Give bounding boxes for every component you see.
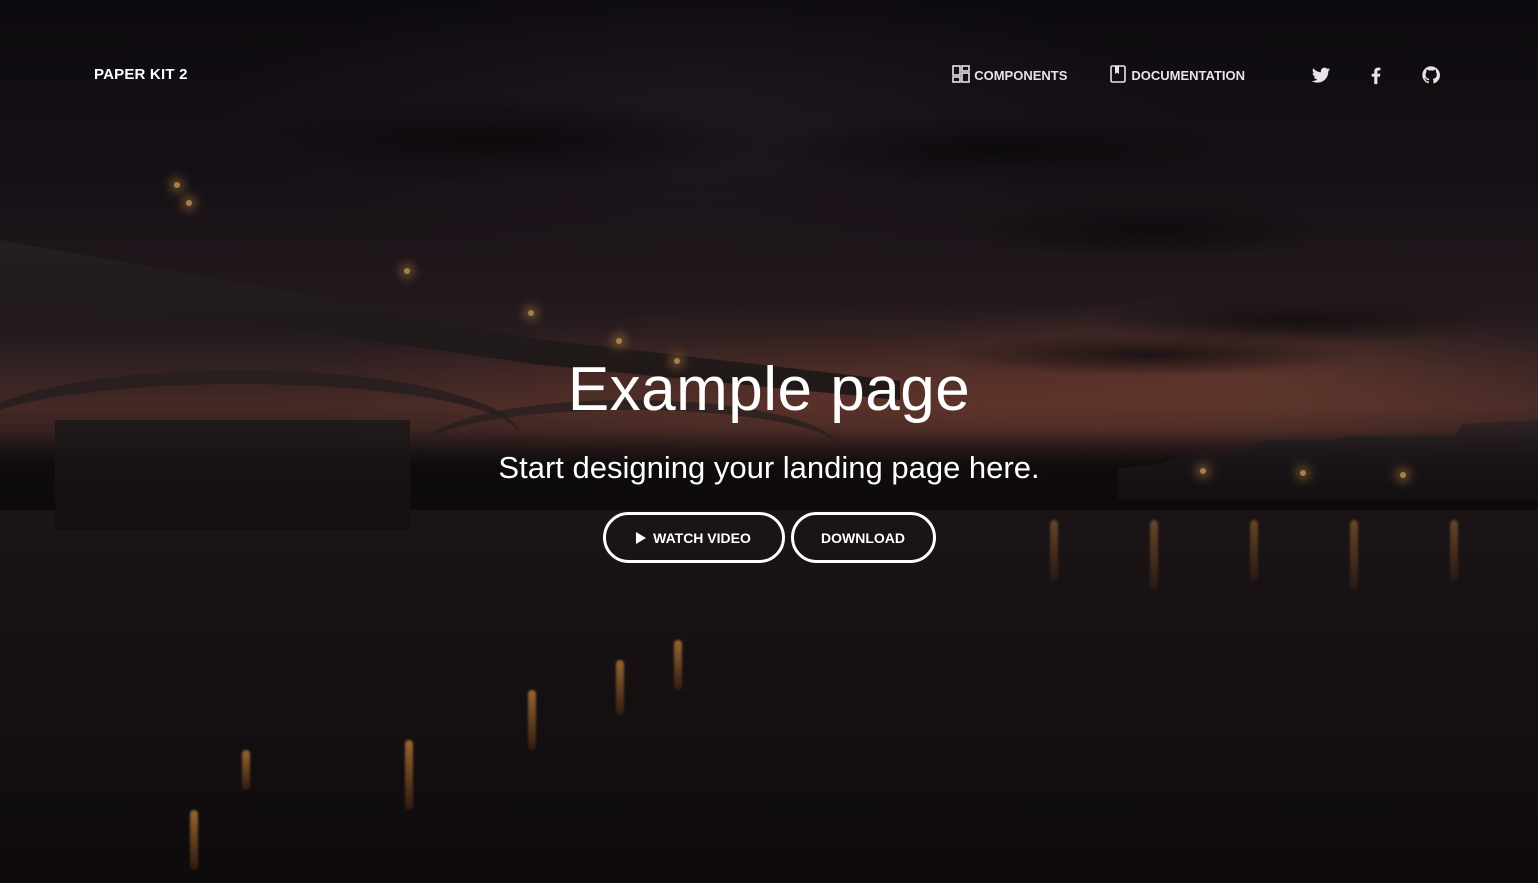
facebook-link[interactable] xyxy=(1365,64,1387,86)
nav-link-documentation[interactable]: DOCUMENTATION xyxy=(1109,64,1245,86)
brand-link[interactable]: PAPER KIT 2 xyxy=(94,66,188,83)
top-navbar: PAPER KIT 2 COMPONENTS DOCUMENTATION xyxy=(0,0,1538,150)
hero-section: Example page Start designing your landin… xyxy=(0,350,1538,563)
twitter-link[interactable] xyxy=(1310,64,1332,86)
hero-buttons: WATCH VIDEO DOWNLOAD xyxy=(0,512,1538,563)
facebook-icon xyxy=(1365,67,1387,90)
nav-link-components[interactable]: COMPONENTS xyxy=(952,64,1068,86)
play-icon xyxy=(636,531,647,544)
nav-link-documentation-label: DOCUMENTATION xyxy=(1131,67,1245,83)
github-link[interactable] xyxy=(1420,64,1442,86)
nav-links: COMPONENTS DOCUMENTATION xyxy=(952,64,1442,86)
layout-grid-icon xyxy=(952,64,971,86)
twitter-icon xyxy=(1310,67,1332,90)
download-label: DOWNLOAD xyxy=(821,529,905,546)
watch-video-label: WATCH VIDEO xyxy=(653,529,751,546)
page-title: Example page xyxy=(567,355,971,424)
nav-link-components-label: COMPONENTS xyxy=(974,67,1068,83)
download-button[interactable]: DOWNLOAD xyxy=(790,512,936,563)
watch-video-button[interactable]: WATCH VIDEO xyxy=(602,512,785,563)
page-subtitle: Start designing your landing page here. xyxy=(498,450,1040,485)
github-icon xyxy=(1420,66,1442,90)
book-bookmark-icon xyxy=(1109,64,1127,86)
landing-page: PAPER KIT 2 COMPONENTS DOCUMENTATION Exa… xyxy=(0,0,1538,883)
